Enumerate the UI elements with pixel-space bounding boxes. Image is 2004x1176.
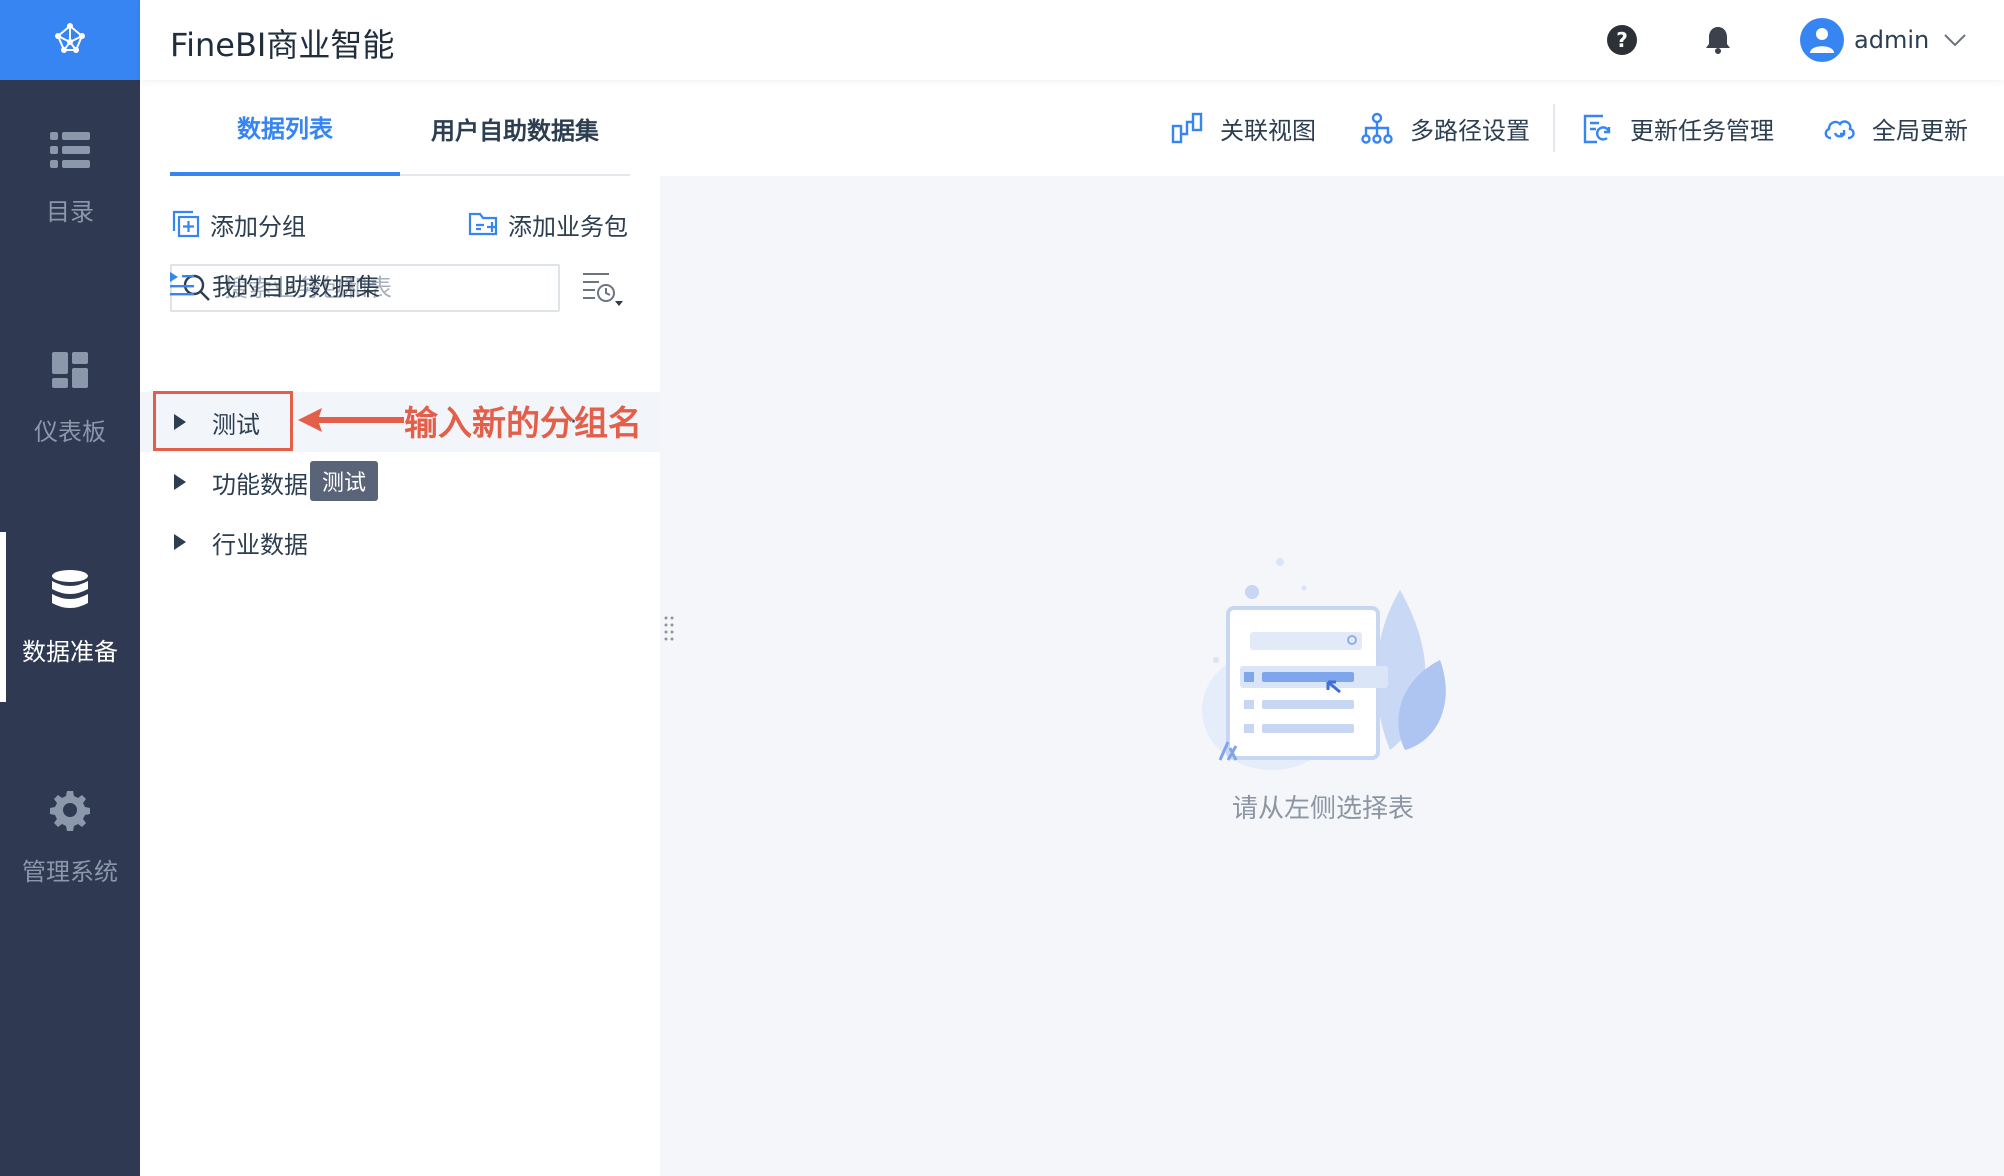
global-update-label: 全局更新 — [1872, 116, 1968, 145]
indent-list-icon — [170, 272, 194, 296]
logo-icon — [55, 23, 85, 53]
chevron-down-icon — [1944, 34, 1966, 47]
nav-label-data-prep: 数据准备 — [22, 637, 118, 666]
tab-user-dataset[interactable]: 用户自助数据集 — [400, 80, 630, 176]
relation-view-label: 关联视图 — [1220, 116, 1316, 145]
app-title: FineBI商业智能 — [170, 26, 395, 64]
user-menu[interactable]: admin — [1800, 16, 1967, 64]
add-package-button[interactable]: 添加业务包 — [468, 204, 628, 244]
tree-group-row[interactable]: 功能数据 — [140, 452, 660, 512]
data-list-panel: 添加分组 添加业务包 我的自助数据集 测试 ··· 功能数据 行业数据 — [140, 176, 660, 1176]
nav-item-dashboard[interactable]: 仪表板 — [0, 312, 140, 482]
caret-right-icon[interactable] — [174, 534, 186, 550]
avatar — [1800, 18, 1844, 62]
database-icon — [48, 568, 92, 612]
annotation-text: 输入新的分组名 — [404, 404, 642, 444]
update-task-button[interactable]: 更新任务管理 — [1580, 104, 1774, 152]
hierarchy-icon — [1360, 111, 1394, 145]
left-nav-rail: 目录 仪表板 数据准备 管理系统 — [0, 0, 140, 1176]
logo[interactable] — [0, 0, 140, 80]
drag-handle-icon[interactable] — [662, 614, 676, 644]
tree-group-label: 行业数据 — [212, 530, 308, 559]
name-tooltip: 测试 — [310, 461, 379, 501]
top-header: FineBI商业智能 ? admin — [140, 0, 2004, 80]
dashboard-icon — [48, 348, 92, 392]
annotation-highlight-box — [153, 391, 293, 451]
username: admin — [1854, 26, 1930, 54]
nav-item-data-prep[interactable]: 数据准备 — [0, 532, 140, 702]
add-package-label: 添加业务包 — [508, 212, 628, 241]
tree-group-label: 功能数据 — [212, 470, 308, 499]
toolbar-divider — [1553, 104, 1555, 152]
annotation-arrow-icon — [298, 408, 404, 432]
nav-label-admin: 管理系统 — [22, 857, 118, 886]
tree-group-row[interactable]: 行业数据 — [140, 512, 660, 572]
list-icon — [48, 128, 92, 172]
nav-label-dashboard: 仪表板 — [34, 417, 106, 446]
task-refresh-icon — [1580, 111, 1614, 145]
add-group-icon — [170, 208, 202, 240]
multipath-settings-label: 多路径设置 — [1410, 116, 1530, 145]
update-task-label: 更新任务管理 — [1630, 116, 1774, 145]
gear-icon — [48, 788, 92, 832]
relation-view-button[interactable]: 关联视图 — [1170, 104, 1316, 152]
cloud-refresh-icon — [1822, 111, 1856, 145]
global-update-button[interactable]: 全局更新 — [1822, 104, 1968, 152]
nav-item-catalog[interactable]: 目录 — [0, 92, 140, 262]
empty-state-text: 请从左侧选择表 — [1232, 794, 1415, 824]
tab-bar: 数据列表 用户自助数据集 — [170, 80, 630, 176]
add-folder-icon — [468, 208, 500, 240]
add-group-button[interactable]: 添加分组 — [170, 204, 306, 244]
nav-item-admin[interactable]: 管理系统 — [0, 752, 140, 922]
add-group-label: 添加分组 — [210, 212, 306, 241]
relation-view-icon — [1170, 111, 1204, 145]
empty-state-illustration — [1202, 558, 1446, 770]
bell-icon[interactable] — [1700, 22, 1736, 58]
svg-text:?: ? — [1616, 28, 1628, 52]
caret-right-icon[interactable] — [174, 474, 186, 490]
multipath-settings-button[interactable]: 多路径设置 — [1360, 104, 1530, 152]
help-icon[interactable]: ? — [1604, 22, 1640, 58]
tab-data-list[interactable]: 数据列表 — [170, 80, 400, 176]
my-dataset-item[interactable]: 我的自助数据集 — [140, 254, 660, 314]
nav-label-catalog: 目录 — [46, 197, 94, 226]
my-dataset-label: 我的自助数据集 — [212, 272, 380, 301]
